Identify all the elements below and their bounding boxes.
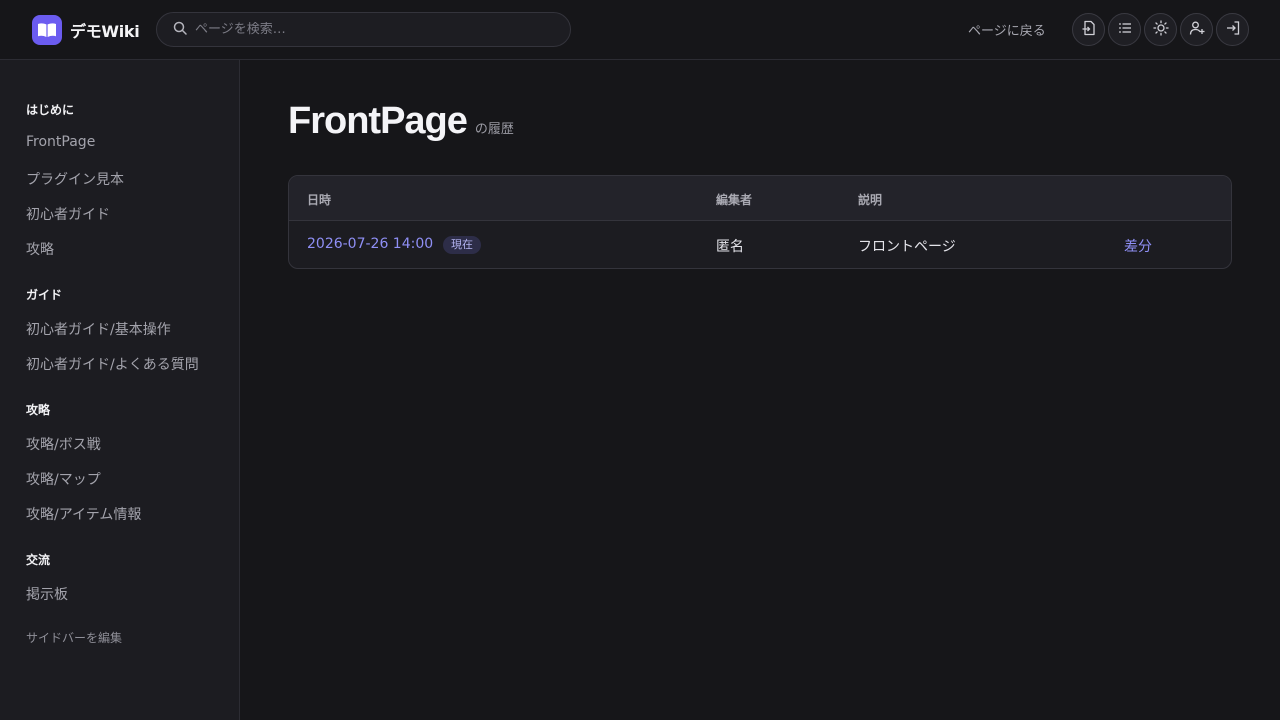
diff-link[interactable]: 差分 (1124, 236, 1152, 256)
sidebar-item-plugin-samples[interactable]: プラグイン見本 (26, 169, 124, 189)
search-icon (173, 20, 187, 39)
book-icon (32, 15, 62, 45)
revision-datetime-link[interactable]: 2026-07-26 14:00 (307, 236, 433, 252)
revision-editor: 匿名 (716, 239, 744, 255)
sidebar-heading-community: 交流 (26, 553, 51, 567)
history-table: 日時 編集者 説明 2026-07-26 14:00 現在 匿名 フロントページ… (288, 175, 1232, 269)
top-header: デモWiki ページに戻る (0, 0, 1280, 60)
sidebar-item-boss-battles[interactable]: 攻略/ボス戦 (26, 434, 101, 454)
page-list-button[interactable] (1108, 13, 1141, 46)
page-import-icon (1081, 20, 1097, 40)
page-title-suffix: の履歴 (474, 122, 514, 137)
user-add-icon (1189, 20, 1205, 40)
search-box[interactable] (156, 12, 571, 47)
revision-description: フロントページ (858, 239, 956, 255)
list-icon (1117, 20, 1133, 40)
sidebar-item-item-info[interactable]: 攻略/アイテム情報 (26, 504, 141, 524)
sidebar-item-beginner-guide[interactable]: 初心者ガイド (26, 204, 110, 224)
sun-icon (1152, 19, 1169, 40)
sidebar: はじめに FrontPage プラグイン見本 初心者ガイド 攻略 ガイド 初心者… (0, 60, 240, 720)
sidebar-heading-guide: ガイド (26, 288, 63, 302)
main-content: FrontPage の履歴 日時 編集者 説明 2026-07-26 14:00… (240, 60, 1280, 720)
import-page-button[interactable] (1072, 13, 1105, 46)
column-header-editor: 編集者 (716, 193, 753, 207)
sidebar-item-bulletin-board[interactable]: 掲示板 (26, 584, 68, 604)
sidebar-heading-intro: はじめに (26, 103, 75, 117)
theme-toggle-button[interactable] (1144, 13, 1177, 46)
sidebar-item-strategy[interactable]: 攻略 (26, 239, 54, 259)
sidebar-item-guide-basics[interactable]: 初心者ガイド/基本操作 (26, 319, 171, 339)
login-icon (1225, 20, 1241, 40)
back-to-page-link[interactable]: ページに戻る (968, 20, 1046, 39)
register-button[interactable] (1180, 13, 1213, 46)
brand-name: デモWiki (70, 22, 140, 41)
brand[interactable]: デモWiki (32, 15, 140, 45)
current-badge: 現在 (443, 236, 481, 254)
sidebar-item-frontpage[interactable]: FrontPage (26, 134, 95, 150)
table-row: 2026-07-26 14:00 現在 匿名 フロントページ 差分 (289, 221, 1231, 268)
page-heading: FrontPage の履歴 (288, 100, 514, 143)
sidebar-item-guide-faq[interactable]: 初心者ガイド/よくある質問 (26, 354, 199, 374)
login-button[interactable] (1216, 13, 1249, 46)
edit-sidebar-link[interactable]: サイドバーを編集 (26, 629, 122, 646)
column-header-datetime: 日時 (307, 193, 332, 207)
sidebar-item-map[interactable]: 攻略/マップ (26, 469, 101, 489)
column-header-description: 説明 (858, 193, 883, 207)
sidebar-heading-strategy: 攻略 (26, 403, 51, 417)
table-header: 日時 編集者 説明 (289, 176, 1231, 221)
page-title: FrontPage (288, 100, 468, 142)
search-input[interactable] (195, 22, 535, 37)
